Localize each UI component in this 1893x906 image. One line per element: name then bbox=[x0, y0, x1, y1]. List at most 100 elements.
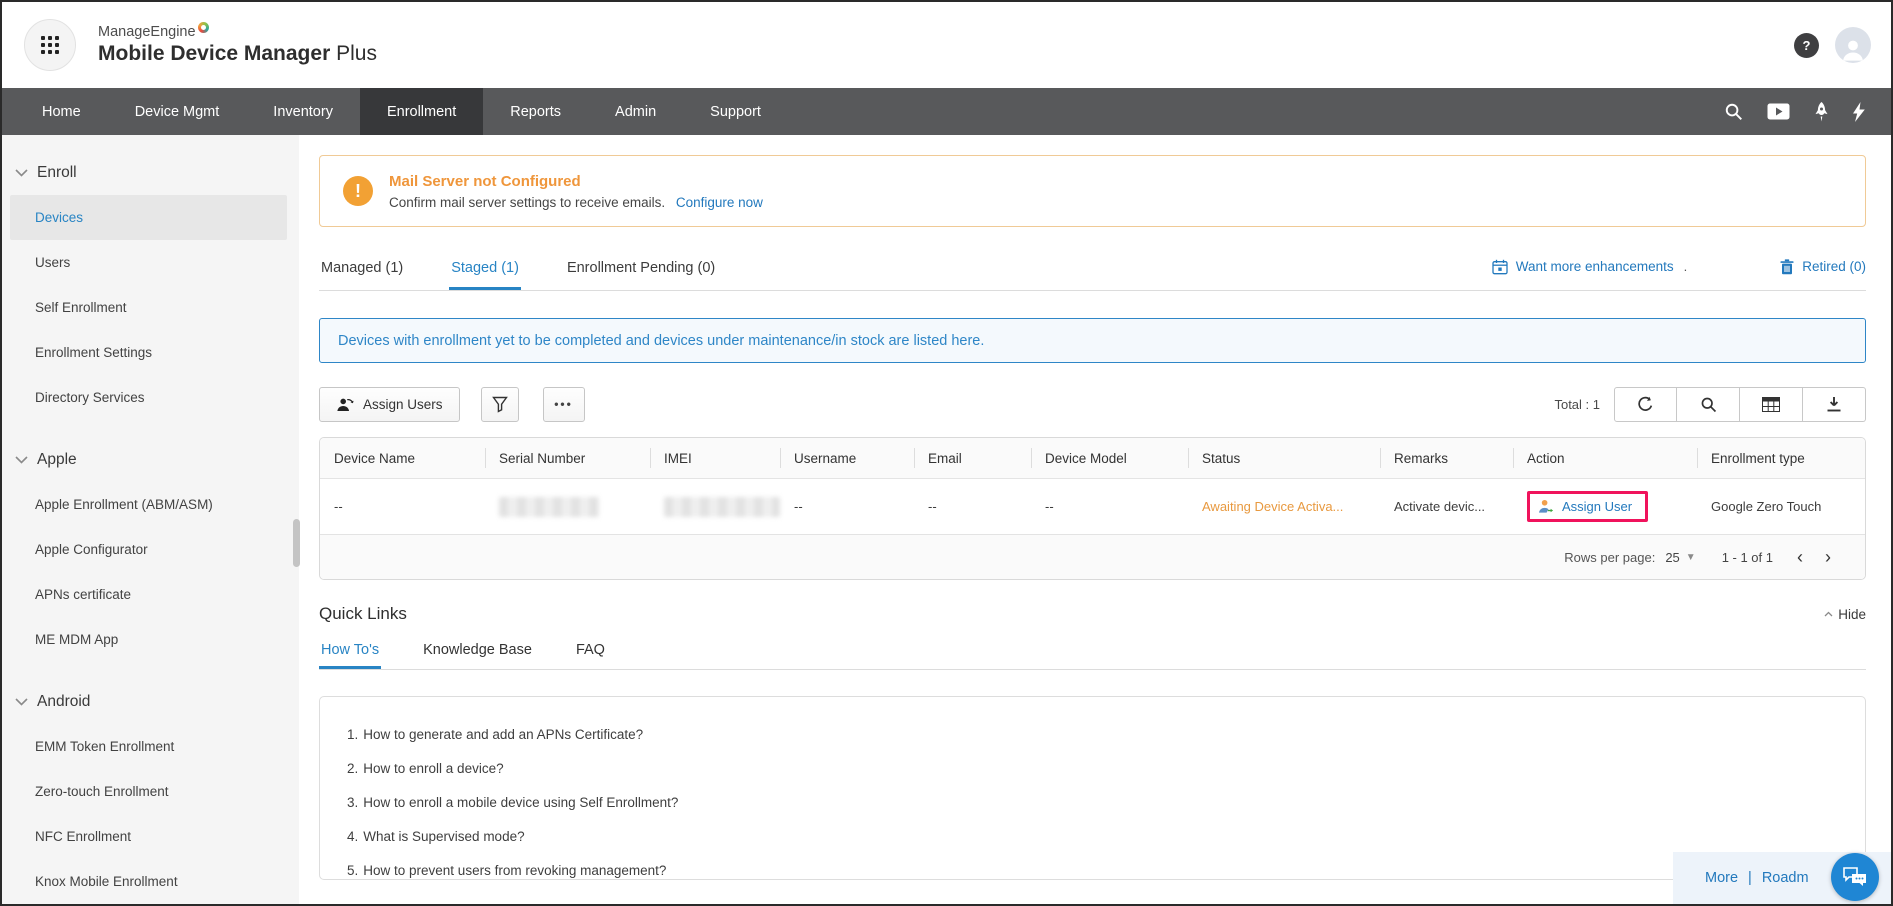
product-logo: ManageEngine Mobile Device Manager Plus bbox=[98, 24, 377, 66]
sidebar-item-users[interactable]: Users bbox=[10, 240, 287, 285]
user-avatar[interactable] bbox=[1835, 27, 1871, 63]
quick-links-header: Quick Links Hide bbox=[319, 604, 1866, 624]
app-launcher-button[interactable] bbox=[24, 19, 76, 71]
nav-item-device-mgmt[interactable]: Device Mgmt bbox=[108, 88, 247, 135]
sidebar-section-apple[interactable]: Apple bbox=[2, 438, 299, 482]
roadmap-link[interactable]: Roadm bbox=[1762, 870, 1809, 886]
redacted-imei bbox=[664, 497, 780, 517]
cell-email: -- bbox=[914, 479, 1031, 534]
tab-enrollment-pending[interactable]: Enrollment Pending (0) bbox=[565, 249, 717, 290]
how-tos-panel: 1.How to generate and add an APNs Certif… bbox=[319, 696, 1866, 880]
nav-item-home[interactable]: Home bbox=[15, 88, 108, 135]
sidebar-section-android[interactable]: Android bbox=[2, 680, 299, 724]
more-actions-button[interactable]: ••• bbox=[543, 387, 585, 422]
column-header-username[interactable]: Username bbox=[780, 438, 914, 478]
column-header-imei[interactable]: IMEI bbox=[650, 438, 780, 478]
column-header-status[interactable]: Status bbox=[1188, 438, 1380, 478]
sidebar-item-apns-certificate[interactable]: APNs certificate bbox=[10, 572, 287, 617]
chat-widget-button[interactable] bbox=[1831, 853, 1879, 901]
more-link[interactable]: More bbox=[1705, 870, 1738, 886]
how-to-link-5[interactable]: 5.How to prevent users from revoking man… bbox=[347, 853, 1865, 887]
scrollbar-thumb[interactable] bbox=[293, 519, 300, 567]
how-to-link-1[interactable]: 1.How to generate and add an APNs Certif… bbox=[347, 717, 1865, 751]
search-table-button[interactable] bbox=[1677, 387, 1740, 422]
sidebar: Enroll Devices Users Self Enrollment Enr… bbox=[2, 135, 299, 904]
alert-title: Mail Server not Configured bbox=[389, 173, 763, 190]
column-header-enrollment-type[interactable]: Enrollment type bbox=[1697, 438, 1865, 478]
table-header-row: Device Name Serial Number IMEI Username … bbox=[320, 438, 1865, 479]
column-header-remarks[interactable]: Remarks bbox=[1380, 438, 1513, 478]
previous-page-button[interactable]: ‹ bbox=[1797, 548, 1803, 566]
table-toolbar: Assign Users ••• Total : 1 bbox=[319, 386, 1866, 422]
rows-per-page-caret-icon[interactable]: ▼ bbox=[1686, 552, 1696, 563]
tab-knowledge-base[interactable]: Knowledge Base bbox=[421, 634, 534, 669]
tab-faq[interactable]: FAQ bbox=[574, 634, 607, 669]
pagination-range: 1 - 1 of 1 bbox=[1722, 550, 1773, 565]
sidebar-item-apple-configurator[interactable]: Apple Configurator bbox=[10, 527, 287, 572]
table-action-buttons bbox=[1614, 387, 1866, 422]
sidebar-item-zero-touch-enrollment[interactable]: Zero-touch Enrollment bbox=[10, 769, 287, 814]
nav-item-reports[interactable]: Reports bbox=[483, 88, 588, 135]
assign-user-link[interactable]: Assign User bbox=[1562, 499, 1632, 514]
sidebar-item-nfc-enrollment[interactable]: NFC Enrollment bbox=[10, 814, 287, 859]
sidebar-item-self-enrollment[interactable]: Self Enrollment bbox=[10, 285, 287, 330]
main-content: ! Mail Server not Configured Confirm mai… bbox=[300, 135, 1891, 904]
total-count: Total : 1 bbox=[1554, 397, 1600, 412]
assign-user-icon bbox=[336, 397, 354, 412]
nav-item-enrollment[interactable]: Enrollment bbox=[360, 88, 483, 135]
want-more-enhancements-link[interactable]: Want more enhancements bbox=[1492, 259, 1674, 275]
assign-user-highlight[interactable]: Assign User bbox=[1527, 491, 1648, 522]
tab-staged[interactable]: Staged (1) bbox=[449, 249, 521, 290]
cell-imei bbox=[650, 479, 780, 534]
redacted-serial-number bbox=[499, 497, 599, 517]
sidebar-item-me-mdm-app[interactable]: ME MDM App bbox=[10, 617, 287, 662]
tab-managed[interactable]: Managed (1) bbox=[319, 249, 405, 290]
refresh-button[interactable] bbox=[1614, 387, 1677, 422]
how-to-link-2[interactable]: 2.How to enroll a device? bbox=[347, 751, 1865, 785]
configure-now-link[interactable]: Configure now bbox=[676, 195, 763, 210]
search-icon[interactable] bbox=[1724, 102, 1743, 121]
refresh-icon bbox=[1637, 396, 1654, 413]
retired-link[interactable]: Retired (0) bbox=[1780, 259, 1866, 275]
nav-icon-group bbox=[1724, 88, 1891, 135]
footer-separator: | bbox=[1748, 870, 1752, 886]
help-button[interactable]: ? bbox=[1794, 33, 1819, 58]
sidebar-item-knox-mobile-enrollment[interactable]: Knox Mobile Enrollment bbox=[10, 859, 287, 904]
sidebar-item-emm-token-enrollment[interactable]: EMM Token Enrollment bbox=[10, 724, 287, 769]
sidebar-item-enrollment-settings[interactable]: Enrollment Settings bbox=[10, 330, 287, 375]
column-header-device-model[interactable]: Device Model bbox=[1031, 438, 1188, 478]
how-to-link-3[interactable]: 3.How to enroll a mobile device using Se… bbox=[347, 785, 1865, 819]
filter-button[interactable] bbox=[481, 387, 519, 422]
app-header: ManageEngine Mobile Device Manager Plus … bbox=[2, 2, 1891, 88]
mail-server-alert: ! Mail Server not Configured Confirm mai… bbox=[319, 155, 1866, 227]
column-header-email[interactable]: Email bbox=[914, 438, 1031, 478]
column-header-serial-number[interactable]: Serial Number bbox=[485, 438, 650, 478]
how-to-link-4[interactable]: 4.What is Supervised mode? bbox=[347, 819, 1865, 853]
sidebar-item-devices[interactable]: Devices bbox=[10, 195, 287, 240]
devices-table: Device Name Serial Number IMEI Username … bbox=[319, 437, 1866, 580]
video-icon[interactable] bbox=[1767, 103, 1790, 120]
device-tabs: Managed (1) Staged (1) Enrollment Pendin… bbox=[319, 249, 1866, 291]
nav-item-admin[interactable]: Admin bbox=[588, 88, 683, 135]
tab-how-tos[interactable]: How To's bbox=[319, 634, 381, 669]
next-page-button[interactable]: › bbox=[1825, 548, 1831, 566]
hide-quick-links[interactable]: Hide bbox=[1824, 607, 1866, 622]
export-button[interactable] bbox=[1803, 387, 1866, 422]
column-header-action[interactable]: Action bbox=[1513, 438, 1697, 478]
rocket-icon[interactable] bbox=[1814, 102, 1829, 122]
sidebar-section-enroll[interactable]: Enroll bbox=[2, 151, 299, 195]
rows-per-page-value[interactable]: 25 bbox=[1665, 550, 1679, 565]
assign-users-button[interactable]: Assign Users bbox=[319, 387, 460, 422]
column-chooser-button[interactable] bbox=[1740, 387, 1803, 422]
nav-item-inventory[interactable]: Inventory bbox=[246, 88, 360, 135]
nav-item-support[interactable]: Support bbox=[683, 88, 788, 135]
sidebar-item-apple-enrollment[interactable]: Apple Enrollment (ABM/ASM) bbox=[10, 482, 287, 527]
cell-action: Assign User bbox=[1513, 479, 1697, 534]
cell-device-model: -- bbox=[1031, 479, 1188, 534]
column-header-device-name[interactable]: Device Name bbox=[320, 438, 485, 478]
sidebar-item-directory-services[interactable]: Directory Services bbox=[10, 375, 287, 420]
flash-icon[interactable] bbox=[1853, 102, 1865, 122]
cell-status: Awaiting Device Activa... bbox=[1188, 479, 1380, 534]
calendar-icon bbox=[1492, 259, 1508, 275]
cell-enrollment-type: Google Zero Touch bbox=[1697, 479, 1865, 534]
